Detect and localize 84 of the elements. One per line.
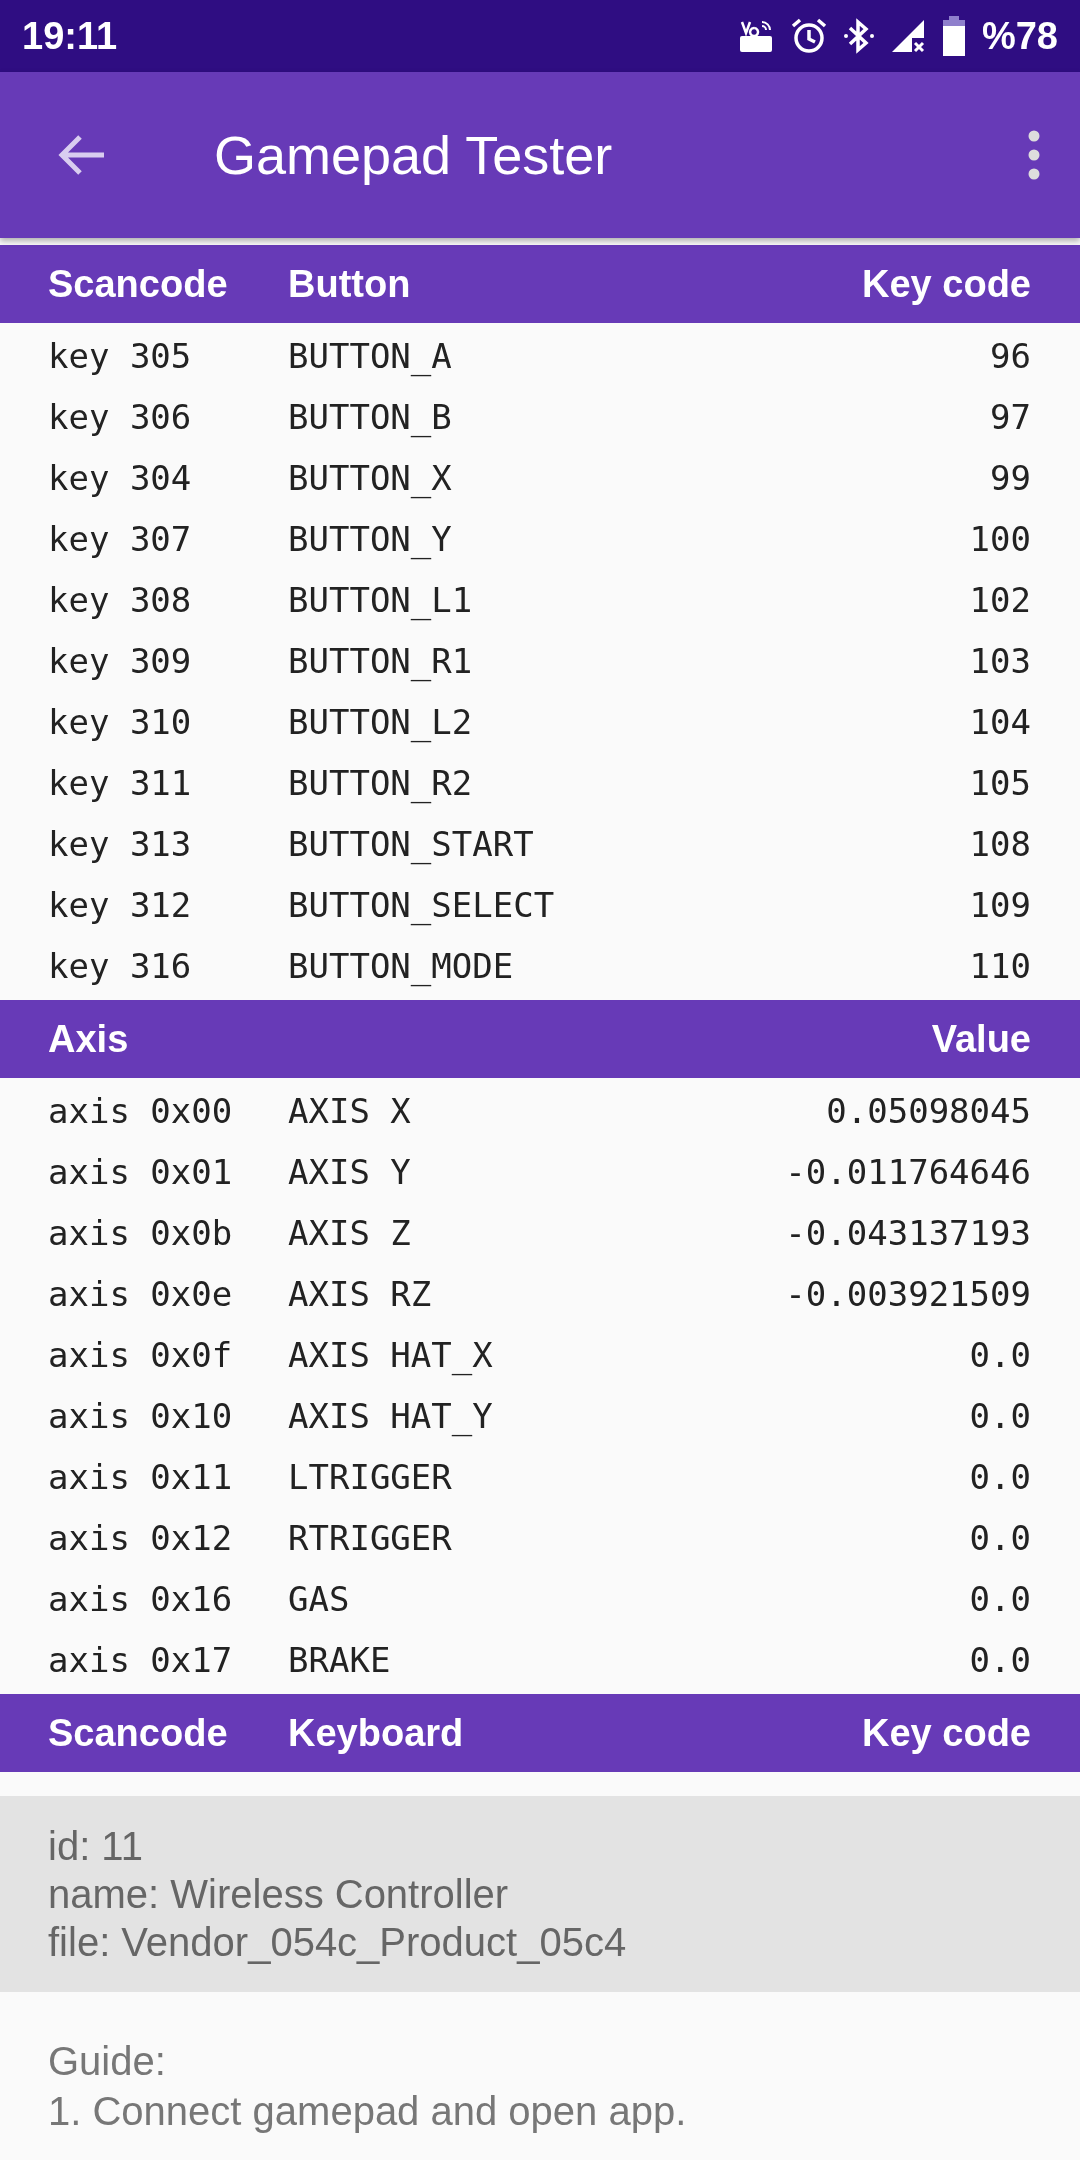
table-cell-text: axis 0x10 (48, 1395, 234, 1436)
table-cell: 105 (969, 762, 1031, 803)
table-cell-text: key 305 (48, 335, 193, 376)
table-cell: 108 (969, 823, 1031, 864)
table-cell: 0.0 (969, 1334, 1031, 1375)
column-header: Scancode (48, 1711, 229, 1755)
table-cell: 0.0 (969, 1639, 1031, 1680)
table-cell-text: axis 0x00 (48, 1090, 234, 1131)
column-header: Key code (862, 262, 1031, 306)
table-cell-text: AXIS Y (288, 1151, 412, 1192)
table-cell-text: axis 0x17 (48, 1639, 234, 1680)
table-cell-text: BUTTON_SELECT (288, 884, 556, 925)
table-cell-text: axis 0x11 (48, 1456, 234, 1497)
table-cell: 0.0 (969, 1395, 1031, 1436)
table-cell: 99 (990, 457, 1031, 498)
device-info-line: name: Wireless Controller (48, 1871, 510, 1918)
table-cell-text: AXIS HAT_X (288, 1334, 494, 1375)
table-cell-text: key 313 (48, 823, 193, 864)
table-cell: 0.0 (969, 1578, 1031, 1619)
alarm-icon (789, 17, 828, 55)
table-cell-text: BUTTON_X (288, 457, 453, 498)
table-cell-text: BUTTON_R2 (288, 762, 474, 803)
table-cell-text: GAS (288, 1578, 351, 1619)
battery-percent: %78 (981, 14, 1058, 58)
table-cell-text: axis 0x0e (48, 1273, 234, 1314)
table-cell: -0.043137193 (785, 1212, 1031, 1253)
table-cell: 109 (969, 884, 1031, 925)
table-cell-text: BUTTON_A (288, 335, 453, 376)
table-cell-text: BRAKE (288, 1639, 392, 1680)
table-cell-text: key 308 (48, 579, 193, 620)
column-header: Keyboard (288, 1711, 465, 1755)
battery-icon (941, 16, 966, 56)
table-cell: 0.0 (969, 1456, 1031, 1497)
table-cell-text: axis 0x0f (48, 1334, 234, 1375)
table-cell-text: axis 0x12 (48, 1517, 234, 1558)
table-cell-text: BUTTON_START (288, 823, 535, 864)
column-header: Value (931, 1017, 1031, 1061)
app-title: Gamepad Tester (214, 124, 613, 186)
column-header: Button (288, 262, 412, 306)
table-cell-text: RTRIGGER (288, 1517, 453, 1558)
table-cell-text: key 306 (48, 396, 193, 437)
table-cell: 100 (969, 518, 1031, 559)
table-cell: 96 (990, 335, 1031, 376)
table-cell-text: LTRIGGER (288, 1456, 453, 1497)
table-cell-text: BUTTON_L1 (288, 579, 474, 620)
table-cell-text: BUTTON_MODE (288, 945, 515, 986)
table-cell-text: key 304 (48, 457, 193, 498)
table-cell-text: AXIS RZ (288, 1273, 433, 1314)
table-cell: 110 (969, 945, 1031, 986)
bluetooth-icon (843, 17, 874, 55)
table-cell-text: AXIS Z (288, 1212, 412, 1253)
device-info-line: file: Vendor_054c_Product_05c4 (48, 1919, 628, 1966)
table-cell-text: key 307 (48, 518, 193, 559)
table-cell-text: BUTTON_B (288, 396, 453, 437)
status-time: 19:11 (22, 14, 118, 58)
table-cell: 0.05098045 (826, 1090, 1031, 1131)
guide-line: 1. Connect gamepad and open app. (48, 2088, 688, 2135)
table-cell-text: axis 0x0b (48, 1212, 234, 1253)
device-info-line: id: 11 (48, 1823, 144, 1870)
table-cell-text: BUTTON_R1 (288, 640, 474, 681)
table-cell-text: key 310 (48, 701, 193, 742)
table-cell-text: key 316 (48, 945, 193, 986)
guide-line: Guide: (48, 2038, 167, 2085)
table-cell-text: axis 0x01 (48, 1151, 234, 1192)
table-cell-text: BUTTON_L2 (288, 701, 474, 742)
table-cell-text: key 312 (48, 884, 193, 925)
more-options-icon[interactable] (1028, 130, 1040, 180)
table-cell-text: axis 0x16 (48, 1578, 234, 1619)
table-cell: 97 (990, 396, 1031, 437)
table-cell-text: AXIS X (288, 1090, 412, 1131)
table-cell: -0.003921509 (785, 1273, 1031, 1314)
table-cell-text: BUTTON_Y (288, 518, 453, 559)
table-cell-text: key 311 (48, 762, 193, 803)
column-header: Key code (862, 1711, 1031, 1755)
column-header: Scancode (48, 262, 229, 306)
table-cell-text: AXIS HAT_Y (288, 1395, 494, 1436)
table-cell: 103 (969, 640, 1031, 681)
volte-icon (737, 18, 774, 54)
column-header: Axis (48, 1017, 130, 1061)
table-cell-text: key 309 (48, 640, 193, 681)
table-cell: -0.011764646 (785, 1151, 1031, 1192)
table-cell: 104 (969, 701, 1031, 742)
table-cell: 0.0 (969, 1517, 1031, 1558)
table-cell: 102 (969, 579, 1031, 620)
